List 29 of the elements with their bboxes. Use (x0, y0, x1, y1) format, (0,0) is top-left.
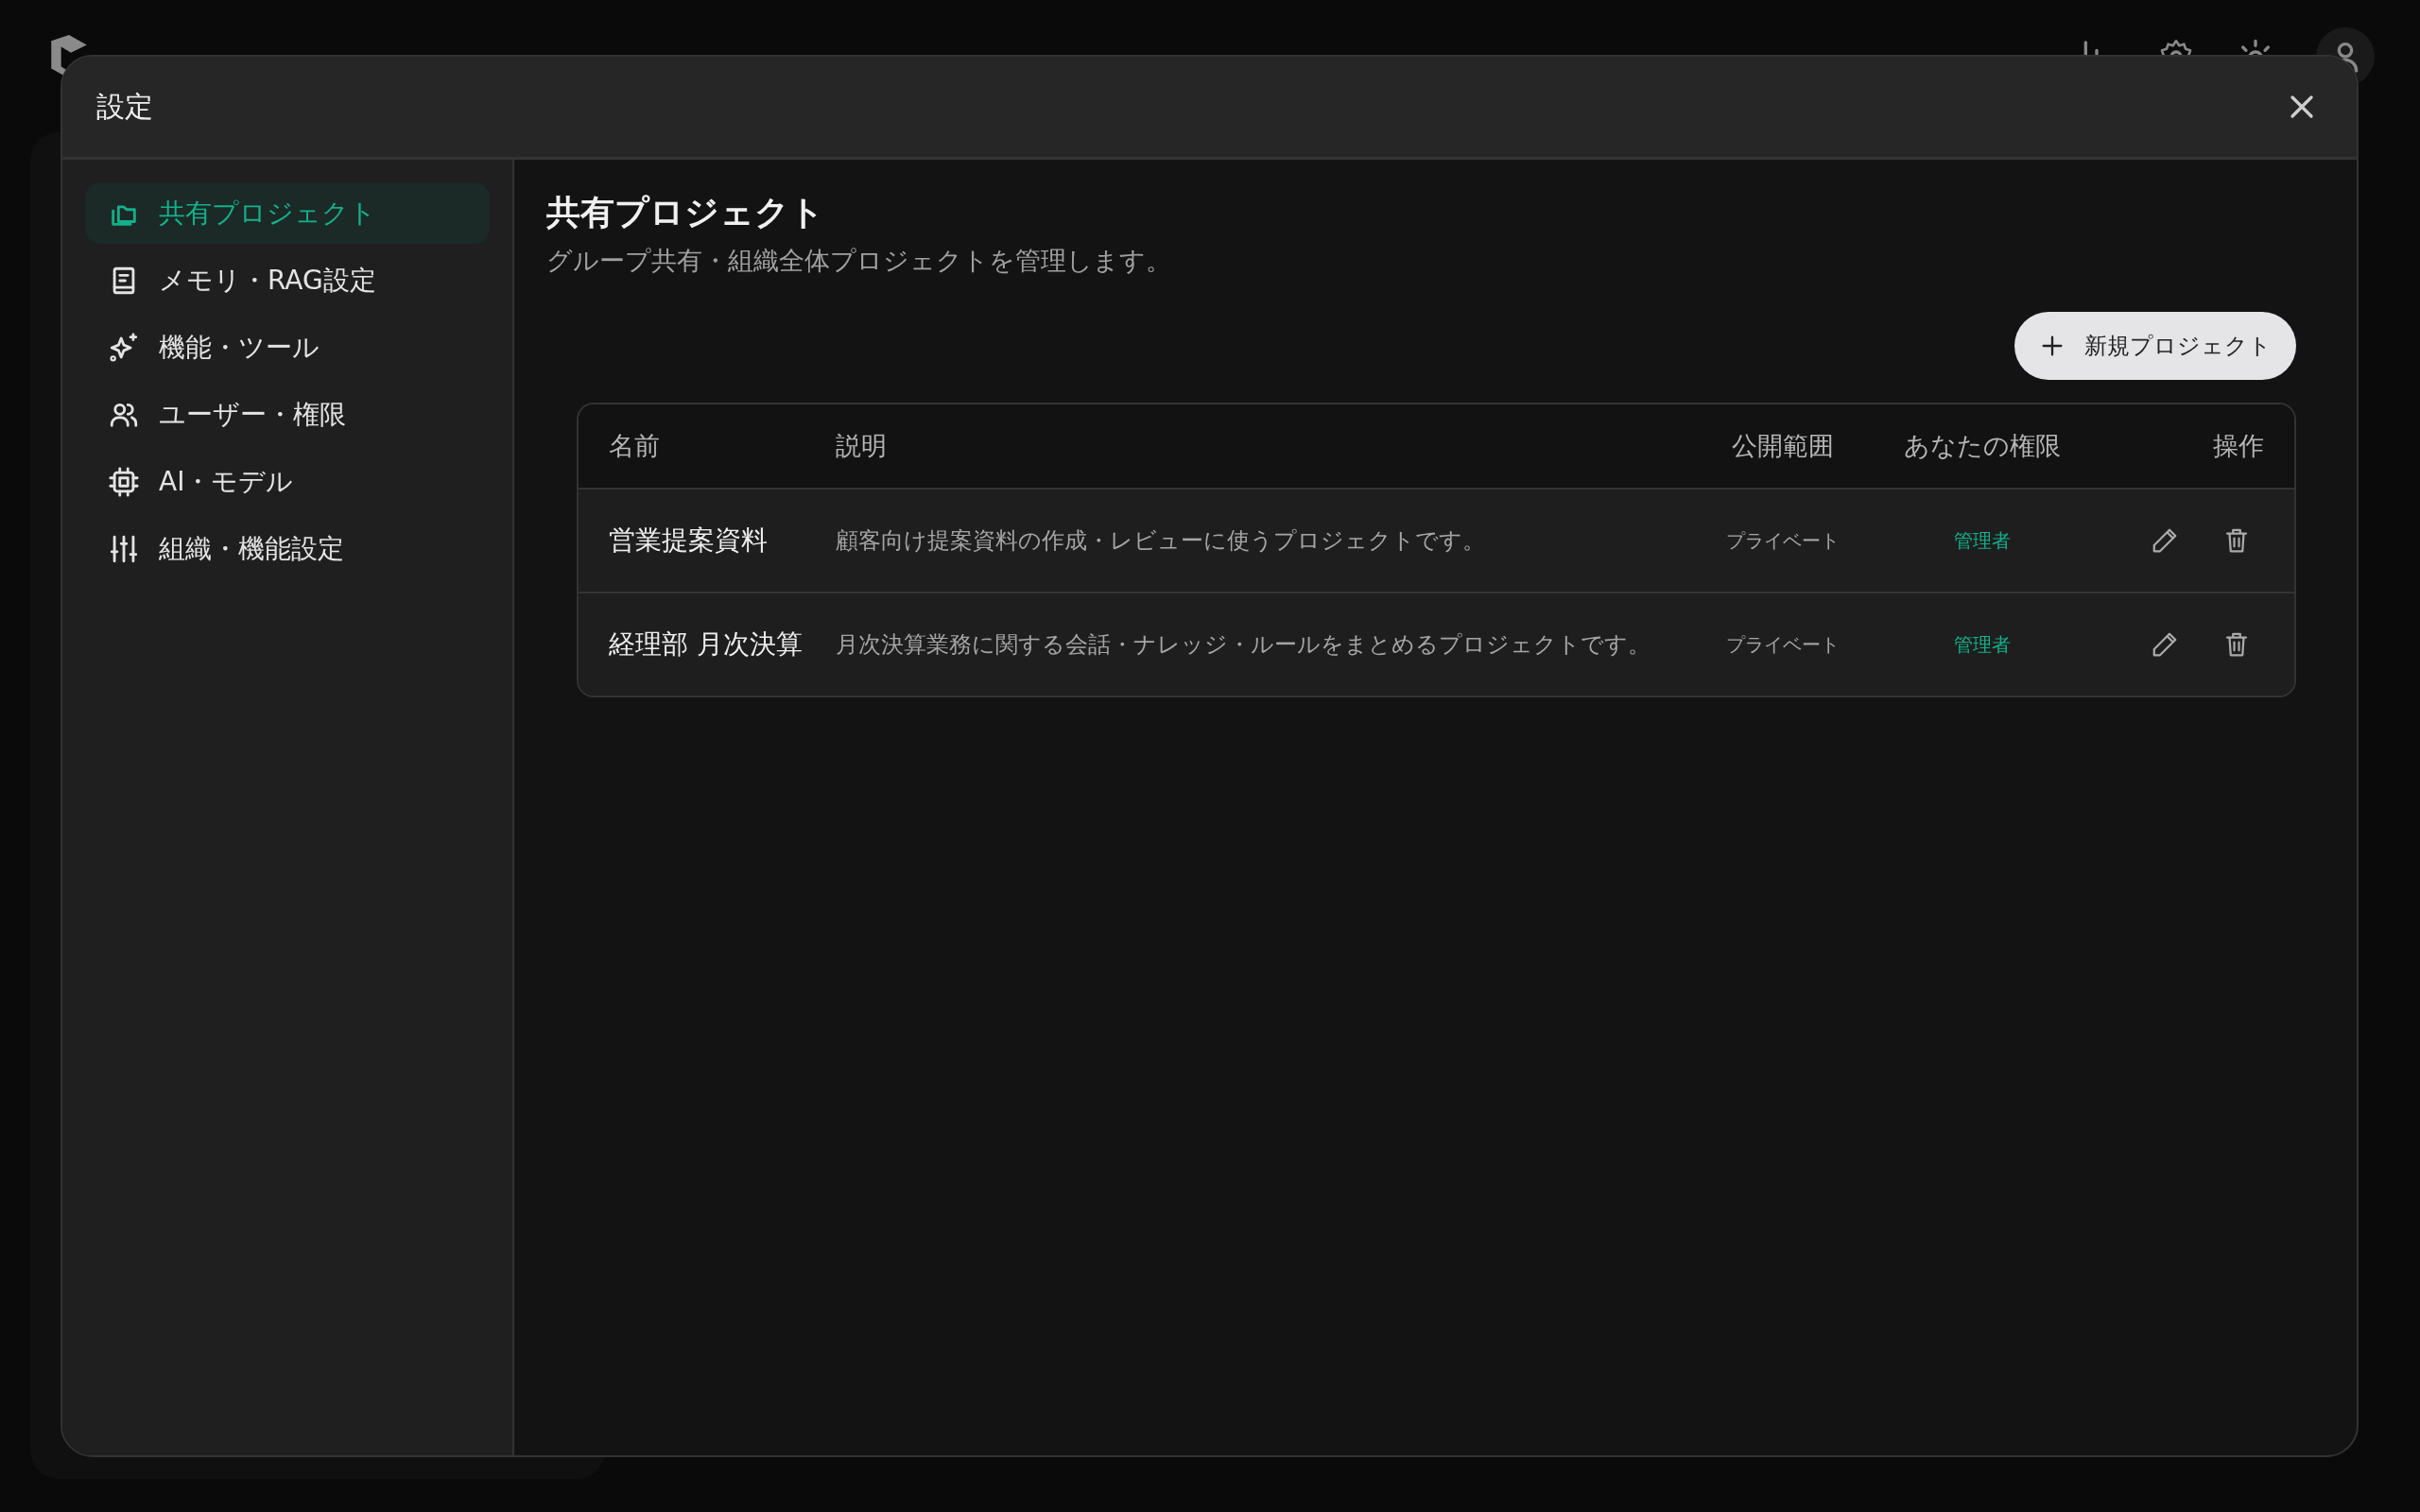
sidebar-item[interactable]: ユーザー・権限 (85, 384, 490, 445)
column-header: あなたの権限 (1903, 430, 2062, 462)
sparkles-icon (108, 331, 140, 364)
sidebar-item[interactable]: 組織・機能設定 (85, 518, 490, 579)
column-header: 説明 (836, 430, 888, 462)
edit-button[interactable] (2151, 630, 2179, 659)
sidebar-item[interactable]: 機能・ツール (85, 317, 490, 378)
sidebar-item[interactable]: AI・モデル (85, 451, 490, 512)
pencil-icon (2151, 630, 2179, 659)
table-cell-text: プライベート (1725, 527, 1841, 554)
section-subtitle: グループ共有・組織全体プロジェクトを管理します。 (546, 245, 1172, 277)
chip-icon (108, 465, 140, 498)
table-cell-text: 営業提案資料 (608, 524, 769, 558)
dialog-title: 設定 (96, 88, 153, 125)
table-cell-text: 顧客向け提案資料の作成・レビューに使うプロジェクトです。 (836, 526, 1486, 556)
column-header: 名前 (608, 430, 661, 462)
table-cell-text: 月次決算業務に関する会話・ナレッジ・ルールをまとめるプロジェクトです。 (836, 630, 1651, 660)
pencil-icon (2151, 526, 2179, 555)
sidebar-item[interactable]: メモリ・RAG設定 (85, 249, 490, 311)
column-header: 操作 (2212, 430, 2265, 462)
table-cell-text: プライベート (1725, 631, 1841, 658)
table-cell-text: 管理者 (1953, 527, 2012, 554)
table-cell-text: 経理部 月次決算 (608, 627, 804, 662)
new-project-button[interactable]: 新規プロジェクト (2014, 312, 2296, 380)
sidebar-item[interactable]: 共有プロジェクト (85, 182, 490, 244)
edit-button[interactable] (2151, 526, 2179, 555)
table-cell-text: 管理者 (1953, 631, 2012, 658)
column-header: 公開範囲 (1731, 430, 1835, 462)
section-title: 共有プロジェクト (546, 192, 825, 233)
